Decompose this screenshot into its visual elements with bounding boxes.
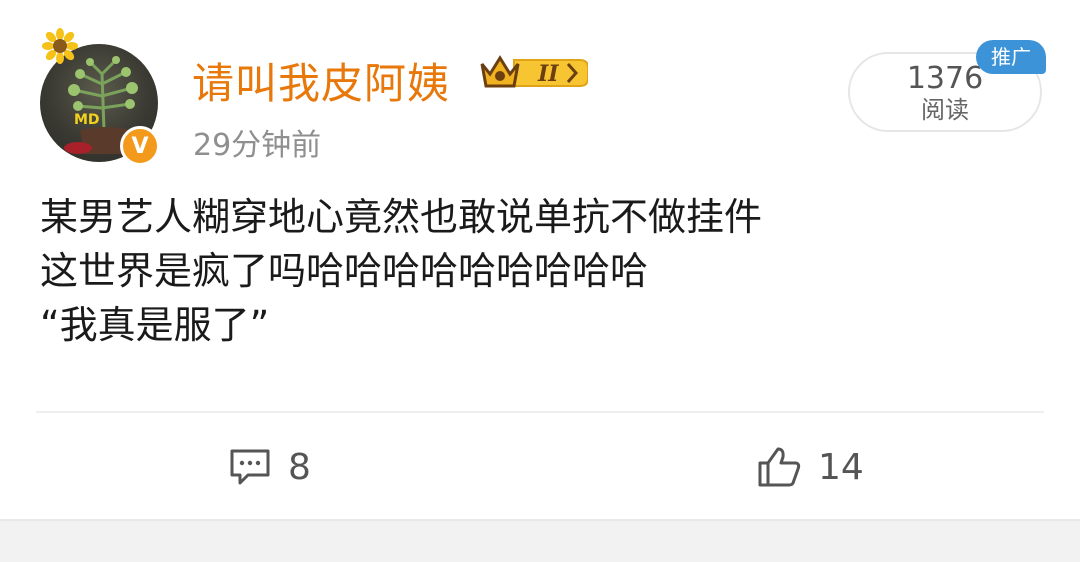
post-line: “我真是服了” [40,303,270,347]
member-level-text: II [537,61,559,87]
comment-count: 8 [288,446,311,488]
read-label: 阅读 [921,96,969,124]
username-link[interactable]: 请叫我皮阿姨 [192,50,450,111]
thumbs-up-icon [758,447,801,487]
promo-tag: 推广 [976,40,1046,74]
avatar-container[interactable]: MD V [40,28,160,166]
post-content: 某男艺人糊穿地心竟然也敢说单抗不做挂件 这世界是疯了吗哈哈哈哈哈哈哈哈哈 “我真… [40,190,762,352]
comment-button[interactable]: 8 [228,442,311,492]
divider [36,411,1044,413]
like-count: 14 [818,446,864,488]
post-time: 29分钟前 [193,128,322,163]
feed-separator-line [0,519,1080,521]
sunflower-icon [42,28,78,64]
feed-separator [0,519,1080,562]
comment-icon [230,449,270,485]
verified-v-icon: V [120,126,160,166]
avatar-mark: MD [74,112,100,128]
crown-badge-icon[interactable]: II [480,54,588,92]
post-line: 某男艺人糊穿地心竟然也敢说单抗不做挂件 [40,195,763,239]
post-line: 这世界是疯了吗哈哈哈哈哈哈哈哈哈 [40,249,649,293]
like-button[interactable]: 14 [756,442,864,492]
